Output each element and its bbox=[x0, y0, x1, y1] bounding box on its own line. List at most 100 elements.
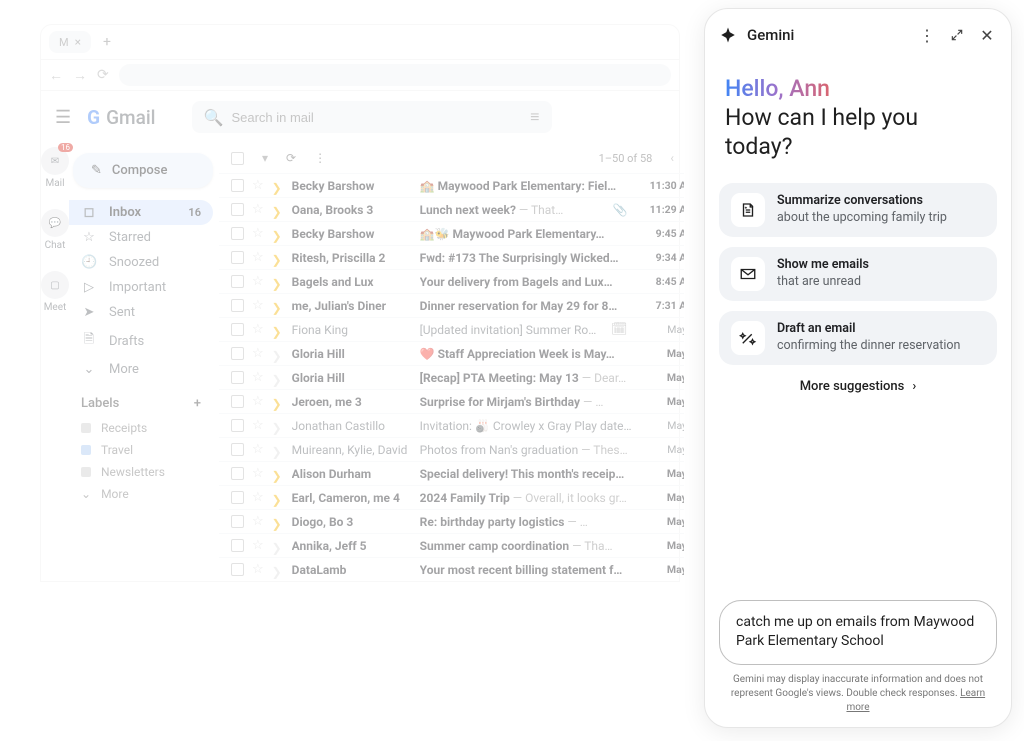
rail-mail[interactable]: ✉16 Mail bbox=[41, 147, 69, 189]
star-toggle-icon[interactable]: ☆ bbox=[252, 394, 264, 409]
reload-icon[interactable]: ⟳ bbox=[97, 67, 109, 83]
importance-icon[interactable]: ❯ bbox=[272, 565, 284, 575]
prev-page-icon[interactable]: ‹ bbox=[670, 151, 674, 165]
select-all-chevron-icon[interactable]: ▾ bbox=[262, 151, 268, 165]
row-checkbox[interactable] bbox=[231, 323, 244, 336]
row-checkbox[interactable] bbox=[231, 179, 244, 192]
suggestion-card[interactable]: Draft an emailconfirming the dinner rese… bbox=[719, 311, 997, 365]
mail-row[interactable]: ☆❯me, Julian's DinerDinner reservation f… bbox=[219, 293, 684, 317]
suggestion-card[interactable]: Summarize conversationsabout the upcomin… bbox=[719, 183, 997, 237]
mail-row[interactable]: ☆❯Ritesh, Priscilla 2Fwd: #173 The Surpr… bbox=[219, 245, 684, 269]
star-toggle-icon[interactable]: ☆ bbox=[252, 250, 264, 265]
label-travel[interactable]: Travel bbox=[69, 439, 213, 461]
add-label-icon[interactable]: + bbox=[194, 396, 201, 411]
close-icon[interactable]: ✕ bbox=[977, 25, 997, 45]
row-checkbox[interactable] bbox=[231, 371, 244, 384]
search-bar[interactable]: 🔍 ≡ bbox=[192, 101, 552, 133]
importance-icon[interactable]: ❯ bbox=[272, 253, 284, 263]
overflow-menu-icon[interactable]: ⋮ bbox=[917, 25, 937, 45]
star-toggle-icon[interactable]: ☆ bbox=[252, 466, 264, 481]
row-checkbox[interactable] bbox=[231, 275, 244, 288]
browser-tab[interactable]: M × bbox=[49, 31, 91, 53]
mail-row[interactable]: ☆❯Alison DurhamSpecial delivery! This mo… bbox=[219, 461, 684, 485]
row-checkbox[interactable] bbox=[231, 515, 244, 528]
star-toggle-icon[interactable]: ☆ bbox=[252, 226, 264, 241]
importance-icon[interactable]: ❯ bbox=[272, 445, 284, 455]
star-toggle-icon[interactable]: ☆ bbox=[252, 274, 264, 289]
mail-row[interactable]: ☆❯Bagels and LuxYour delivery from Bagel… bbox=[219, 269, 684, 293]
importance-icon[interactable]: ❯ bbox=[272, 397, 284, 407]
star-toggle-icon[interactable]: ☆ bbox=[252, 370, 264, 385]
mail-row[interactable]: ☆❯Gloria Hill[Recap] PTA Meeting: May 13… bbox=[219, 365, 684, 389]
back-icon[interactable]: ← bbox=[49, 67, 63, 84]
mail-row[interactable]: ☆❯Jonathan CastilloInvitation: 🎳 Crowley… bbox=[219, 413, 684, 437]
importance-icon[interactable]: ❯ bbox=[272, 205, 284, 215]
gemini-input[interactable]: catch me up on emails from Maywood Park … bbox=[719, 600, 997, 665]
sidebar-item-inbox[interactable]: ◻Inbox16 bbox=[69, 200, 213, 225]
mail-row[interactable]: ☆❯Annika, Jeff 5Summer camp coordination… bbox=[219, 533, 684, 557]
importance-icon[interactable]: ❯ bbox=[272, 301, 284, 311]
star-toggle-icon[interactable]: ☆ bbox=[252, 538, 264, 553]
sidebar-item-important[interactable]: ▷Important bbox=[69, 275, 213, 300]
mail-row[interactable]: ☆❯DataLambYour most recent billing state… bbox=[219, 557, 684, 581]
importance-icon[interactable]: ❯ bbox=[272, 229, 284, 239]
label-receipts[interactable]: Receipts bbox=[69, 417, 213, 439]
sidebar-item-more[interactable]: ⌄More bbox=[69, 357, 213, 382]
row-checkbox[interactable] bbox=[231, 395, 244, 408]
mail-row[interactable]: ☆❯Muireann, Kylie, DavidPhotos from Nan'… bbox=[219, 437, 684, 461]
row-checkbox[interactable] bbox=[231, 467, 244, 480]
sidebar-item-sent[interactable]: ➤Sent bbox=[69, 300, 213, 325]
url-field[interactable] bbox=[119, 64, 671, 86]
importance-icon[interactable]: ❯ bbox=[272, 493, 284, 503]
label-newsletters[interactable]: Newsletters bbox=[69, 461, 213, 483]
row-checkbox[interactable] bbox=[231, 227, 244, 240]
star-toggle-icon[interactable]: ☆ bbox=[252, 514, 264, 529]
row-checkbox[interactable] bbox=[231, 491, 244, 504]
search-input[interactable] bbox=[231, 110, 522, 125]
suggestion-card[interactable]: Show me emailsthat are unread bbox=[719, 247, 997, 301]
star-toggle-icon[interactable]: ☆ bbox=[252, 298, 264, 313]
new-tab-button[interactable]: + bbox=[99, 34, 115, 50]
mail-row[interactable]: ☆❯Jeroen, me 3Surprise for Mirjam's Birt… bbox=[219, 389, 684, 413]
star-toggle-icon[interactable]: ☆ bbox=[252, 202, 264, 217]
expand-icon[interactable] bbox=[947, 25, 967, 45]
row-checkbox[interactable] bbox=[231, 203, 244, 216]
mail-row[interactable]: ☆❯Becky Barshow🏫 Maywood Park Elementary… bbox=[219, 173, 684, 197]
more-actions-icon[interactable]: ⋮ bbox=[314, 151, 326, 165]
importance-icon[interactable]: ❯ bbox=[272, 277, 284, 287]
sidebar-item-snoozed[interactable]: 🕘Snoozed bbox=[69, 250, 213, 275]
mail-row[interactable]: ☆❯Diogo, Bo 3Re: birthday party logistic… bbox=[219, 509, 684, 533]
star-toggle-icon[interactable]: ☆ bbox=[252, 346, 264, 361]
more-suggestions-button[interactable]: More suggestions › bbox=[719, 379, 997, 394]
importance-icon[interactable]: ❯ bbox=[272, 541, 284, 551]
compose-button[interactable]: ✎ Compose bbox=[73, 153, 213, 188]
sidebar-item-drafts[interactable]: 🗎Drafts bbox=[69, 325, 213, 357]
row-checkbox[interactable] bbox=[231, 347, 244, 360]
star-toggle-icon[interactable]: ☆ bbox=[252, 562, 264, 577]
forward-icon[interactable]: → bbox=[73, 67, 87, 84]
star-toggle-icon[interactable]: ☆ bbox=[252, 418, 264, 433]
row-checkbox[interactable] bbox=[231, 539, 244, 552]
mail-row[interactable]: ☆❯Oana, Brooks 3Lunch next week? — That…… bbox=[219, 197, 684, 221]
row-checkbox[interactable] bbox=[231, 419, 244, 432]
mail-row[interactable]: ☆❯Gloria Hill❤️ Staff Appreciation Week … bbox=[219, 341, 684, 365]
importance-icon[interactable]: ❯ bbox=[272, 421, 284, 431]
mail-row[interactable]: ☆❯Fiona King[Updated invitation] Summer … bbox=[219, 317, 684, 341]
star-toggle-icon[interactable]: ☆ bbox=[252, 322, 264, 337]
rail-meet[interactable]: ▢ Meet bbox=[41, 271, 69, 313]
star-toggle-icon[interactable]: ☆ bbox=[252, 490, 264, 505]
row-checkbox[interactable] bbox=[231, 251, 244, 264]
search-options-icon[interactable]: ≡ bbox=[530, 107, 539, 127]
row-checkbox[interactable] bbox=[231, 443, 244, 456]
close-tab-icon[interactable]: × bbox=[75, 35, 81, 49]
row-checkbox[interactable] bbox=[231, 563, 244, 576]
importance-icon[interactable]: ❯ bbox=[272, 373, 284, 383]
star-toggle-icon[interactable]: ☆ bbox=[252, 442, 264, 457]
importance-icon[interactable]: ❯ bbox=[272, 349, 284, 359]
sidebar-item-starred[interactable]: ☆Starred bbox=[69, 225, 213, 250]
labels-more[interactable]: ⌄More bbox=[69, 483, 213, 505]
mail-row[interactable]: ☆❯Becky Barshow🏫🐝 Maywood Park Elementar… bbox=[219, 221, 684, 245]
importance-icon[interactable]: ❯ bbox=[272, 469, 284, 479]
row-checkbox[interactable] bbox=[231, 299, 244, 312]
mail-row[interactable]: ☆❯Earl, Cameron, me 42024 Family Trip — … bbox=[219, 485, 684, 509]
